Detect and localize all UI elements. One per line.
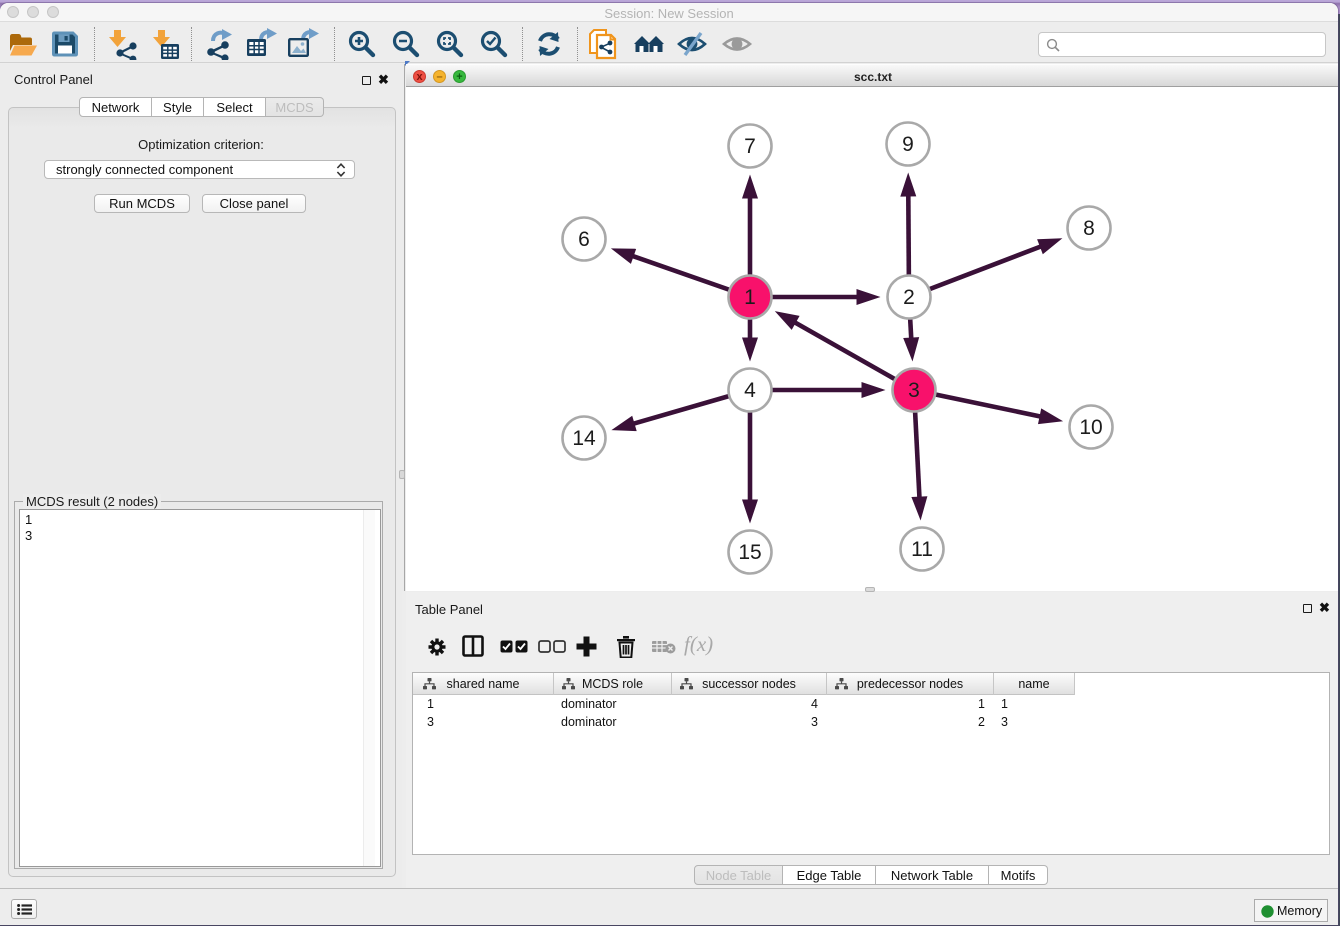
svg-text:6: 6 [578,228,590,251]
svg-text:9: 9 [902,133,914,156]
svg-text:8: 8 [1083,217,1095,240]
svg-text:1: 1 [744,286,756,309]
svg-text:15: 15 [738,541,761,564]
svg-text:14: 14 [572,427,596,450]
svg-text:3: 3 [908,379,920,402]
svg-text:11: 11 [911,538,933,561]
svg-text:7: 7 [744,135,756,158]
svg-text:4: 4 [744,379,756,402]
svg-text:2: 2 [903,286,915,309]
svg-text:10: 10 [1079,416,1102,439]
